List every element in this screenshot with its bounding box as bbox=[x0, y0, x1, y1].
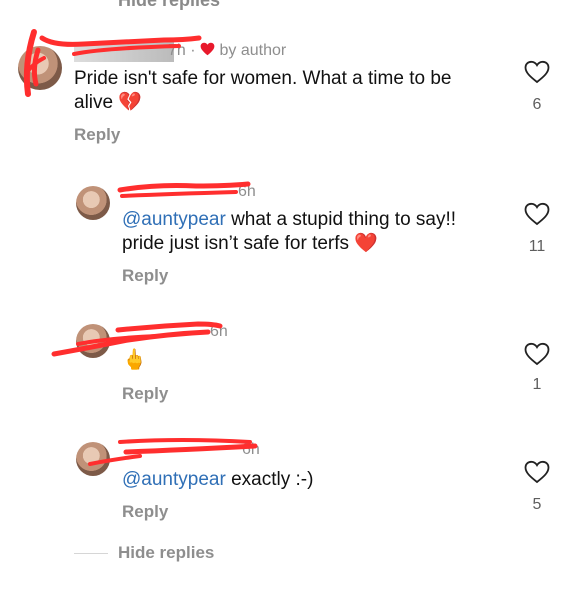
comment-text: @auntypear exactly :-) bbox=[122, 469, 314, 490]
hide-replies-button[interactable]: Hide replies bbox=[118, 543, 214, 563]
comment-text: @auntypear what a stupid thing to say!! … bbox=[122, 209, 457, 254]
comment-2: user 6h @auntypear what a stupid thing t… bbox=[0, 172, 576, 292]
heart-outline-icon[interactable] bbox=[524, 202, 550, 226]
like-count: 5 bbox=[532, 496, 542, 513]
heart-outline-icon[interactable] bbox=[524, 460, 550, 484]
like-count: 11 bbox=[528, 238, 546, 255]
reply-button[interactable]: Reply bbox=[74, 125, 120, 145]
redaction-scribble bbox=[51, 321, 223, 357]
reply-button[interactable]: Reply bbox=[122, 266, 168, 286]
heart-emoji: ❤️ bbox=[354, 233, 378, 254]
author-badge: by author bbox=[219, 42, 287, 59]
hide-replies-partial[interactable]: Hide replies bbox=[118, 0, 220, 11]
reply-button[interactable]: Reply bbox=[122, 384, 168, 404]
redaction-scribble bbox=[117, 181, 251, 198]
hide-replies-divider bbox=[74, 553, 108, 554]
like-count: 6 bbox=[532, 96, 542, 113]
redaction-scribble bbox=[88, 438, 258, 466]
heart-outline-icon[interactable] bbox=[524, 60, 550, 84]
like-count: 1 bbox=[532, 376, 542, 393]
redaction-scribble bbox=[23, 29, 202, 97]
heart-outline-icon[interactable] bbox=[524, 342, 550, 366]
mention-link[interactable]: @auntypear bbox=[122, 469, 226, 490]
avatar[interactable] bbox=[76, 186, 110, 220]
mention-link[interactable]: @auntypear bbox=[122, 209, 226, 230]
reply-button[interactable]: Reply bbox=[122, 502, 168, 522]
